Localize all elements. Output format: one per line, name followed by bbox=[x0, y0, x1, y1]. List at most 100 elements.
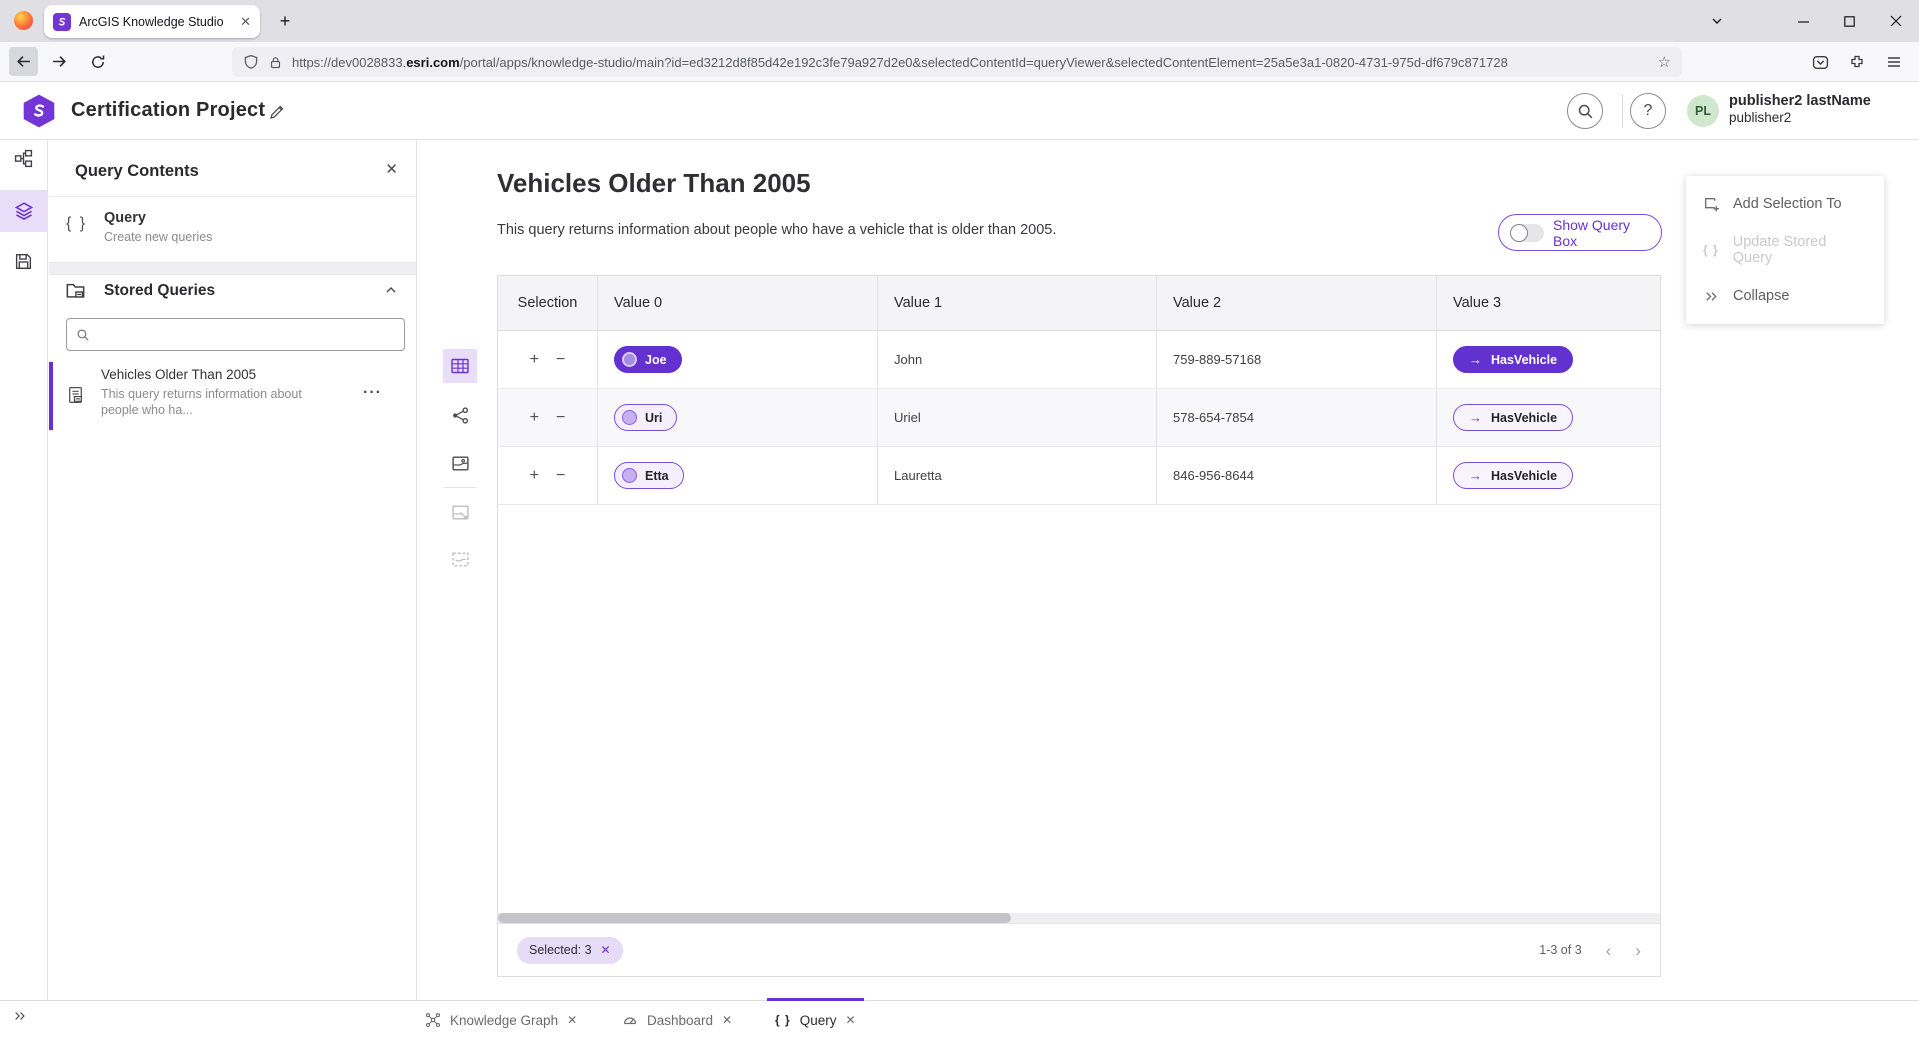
query-item[interactable]: { } Query Create new queries bbox=[49, 197, 416, 261]
menu-item-add-selection-to[interactable]: Add Selection To bbox=[1686, 181, 1884, 227]
select-region-icon[interactable] bbox=[443, 542, 477, 576]
add-selection-icon bbox=[1702, 196, 1720, 213]
tab-close-icon[interactable]: ✕ bbox=[722, 1013, 732, 1027]
forward-button[interactable] bbox=[45, 47, 74, 76]
edit-title-icon[interactable] bbox=[265, 100, 289, 124]
prev-page-icon[interactable]: ‹ bbox=[1606, 942, 1612, 959]
url-text: https://dev0028833.esri.com/portal/apps/… bbox=[292, 55, 1649, 70]
screen: ArcGIS Knowledge Studio ✕ + https bbox=[0, 0, 1919, 1038]
tab-knowledge-graph[interactable]: Knowledge Graph ✕ bbox=[425, 1001, 577, 1038]
table-row[interactable]: +− Etta Lauretta 846-956-8644 →HasVehicl… bbox=[498, 447, 1660, 505]
clear-selection-icon[interactable]: ✕ bbox=[601, 943, 611, 957]
pocket-icon[interactable] bbox=[1806, 48, 1834, 76]
arrow-right-icon: → bbox=[1469, 352, 1482, 367]
entity-pill[interactable]: Joe bbox=[614, 346, 682, 373]
map-view-icon[interactable] bbox=[443, 446, 477, 480]
menu-hamburger-icon[interactable] bbox=[1880, 48, 1908, 76]
entity-pill[interactable]: Uri bbox=[614, 404, 677, 431]
window-close-button[interactable] bbox=[1873, 0, 1919, 42]
window-minimize-button[interactable] bbox=[1780, 0, 1826, 42]
col-value1: Value 1 bbox=[878, 276, 1157, 330]
horizontal-scrollbar[interactable] bbox=[498, 913, 1660, 923]
stored-queries-search[interactable] bbox=[66, 318, 405, 351]
new-tab-button[interactable]: + bbox=[272, 8, 298, 34]
selected-indicator bbox=[49, 362, 53, 430]
stored-query-item[interactable]: Vehicles Older Than 2005 This query retu… bbox=[49, 360, 416, 434]
link-chart-icon[interactable] bbox=[443, 398, 477, 432]
remove-from-selection-icon[interactable]: − bbox=[556, 351, 565, 369]
arcgis-favicon-icon bbox=[53, 13, 71, 31]
help-button[interactable]: ? bbox=[1630, 93, 1666, 129]
list-tabs-icon[interactable] bbox=[1694, 0, 1740, 42]
browser-tab-strip: ArcGIS Knowledge Studio ✕ + bbox=[0, 0, 1919, 42]
bookmark-star-icon[interactable]: ☆ bbox=[1658, 53, 1671, 71]
data-model-icon[interactable] bbox=[0, 140, 47, 176]
remove-from-selection-icon[interactable]: − bbox=[556, 467, 565, 485]
reload-button[interactable] bbox=[83, 47, 112, 76]
avatar[interactable]: PL bbox=[1687, 95, 1719, 127]
shield-icon[interactable] bbox=[243, 54, 259, 70]
selection-context-menu: Add Selection To { } Update Stored Query… bbox=[1686, 176, 1884, 324]
folder-icon bbox=[65, 280, 86, 301]
add-to-selection-icon[interactable]: + bbox=[530, 351, 539, 369]
back-button[interactable] bbox=[9, 47, 38, 76]
toggle-switch[interactable] bbox=[1510, 224, 1544, 242]
panel-separator bbox=[49, 262, 416, 275]
tab-close-icon[interactable]: ✕ bbox=[567, 1013, 577, 1027]
relationship-pill[interactable]: →HasVehicle bbox=[1453, 462, 1573, 489]
expand-panel-icon[interactable] bbox=[13, 1009, 27, 1023]
layers-icon[interactable] bbox=[0, 190, 47, 232]
braces-icon: { } bbox=[66, 215, 87, 233]
relationship-pill[interactable]: →HasVehicle bbox=[1453, 346, 1573, 373]
row-range: 1-3 of 3 bbox=[1539, 943, 1581, 957]
project-title: Certification Project bbox=[71, 99, 265, 122]
browser-tab[interactable]: ArcGIS Knowledge Studio ✕ bbox=[44, 5, 260, 38]
tab-query[interactable]: { } Query ✕ bbox=[775, 1001, 856, 1038]
lock-icon[interactable] bbox=[268, 55, 283, 70]
stored-queries-header[interactable]: Stored Queries bbox=[49, 275, 416, 309]
cell-value1: Uriel bbox=[878, 389, 1157, 446]
table-row[interactable]: +− Joe John 759-889-57168 →HasVehicle bbox=[498, 331, 1660, 389]
new-map-icon[interactable] bbox=[443, 495, 477, 529]
extensions-icon[interactable] bbox=[1843, 48, 1871, 76]
stored-query-doc-icon bbox=[66, 386, 85, 405]
header-search-button[interactable] bbox=[1567, 93, 1603, 129]
add-to-selection-icon[interactable]: + bbox=[530, 467, 539, 485]
page-description: This query returns information about peo… bbox=[497, 222, 1056, 238]
knowledge-studio-logo-icon bbox=[22, 94, 56, 128]
app-header: Certification Project ? PL publisher2 la… bbox=[0, 82, 1919, 140]
save-icon[interactable] bbox=[0, 243, 47, 279]
user-name: publisher2 lastName bbox=[1729, 93, 1871, 110]
main-content: Vehicles Older Than 2005 This query retu… bbox=[418, 140, 1919, 1000]
add-to-selection-icon[interactable]: + bbox=[530, 409, 539, 427]
scrollbar-thumb[interactable] bbox=[498, 913, 1011, 923]
table-view-icon[interactable] bbox=[443, 349, 477, 383]
tab-close-icon[interactable]: ✕ bbox=[845, 1013, 855, 1027]
show-query-box-toggle[interactable]: Show Query Box bbox=[1498, 214, 1662, 251]
next-page-icon[interactable]: › bbox=[1635, 942, 1641, 959]
search-input[interactable] bbox=[98, 327, 395, 342]
col-value0: Value 0 bbox=[598, 276, 878, 330]
user-handle: publisher2 bbox=[1729, 110, 1791, 125]
relationship-pill[interactable]: →HasVehicle bbox=[1453, 404, 1573, 431]
table-row[interactable]: +− Uri Uriel 578-654-7854 →HasVehicle bbox=[498, 389, 1660, 447]
stored-query-title: Vehicles Older Than 2005 bbox=[101, 367, 256, 382]
arrow-right-icon: → bbox=[1469, 468, 1482, 483]
remove-from-selection-icon[interactable]: − bbox=[556, 409, 565, 427]
menu-item-update-stored-query[interactable]: { } Update Stored Query bbox=[1686, 227, 1884, 273]
url-bar[interactable]: https://dev0028833.esri.com/portal/apps/… bbox=[232, 47, 1682, 77]
item-overflow-menu-icon[interactable]: ··· bbox=[363, 384, 382, 402]
entity-pill[interactable]: Etta bbox=[614, 462, 684, 489]
window-maximize-button[interactable] bbox=[1826, 0, 1872, 42]
tab-close-icon[interactable]: ✕ bbox=[240, 15, 251, 28]
cell-value2: 578-654-7854 bbox=[1157, 389, 1437, 446]
chevron-up-icon[interactable] bbox=[384, 283, 398, 297]
query-item-subtitle: Create new queries bbox=[104, 230, 212, 244]
menu-item-collapse[interactable]: Collapse bbox=[1686, 273, 1884, 319]
browser-tab-title: ArcGIS Knowledge Studio bbox=[79, 15, 232, 29]
panel-close-icon[interactable]: ✕ bbox=[385, 160, 398, 178]
entity-dot-icon bbox=[622, 410, 637, 425]
tab-dashboard[interactable]: Dashboard ✕ bbox=[622, 1001, 732, 1038]
firefox-icon[interactable] bbox=[14, 11, 33, 30]
selected-count-chip[interactable]: Selected: 3✕ bbox=[517, 937, 623, 964]
